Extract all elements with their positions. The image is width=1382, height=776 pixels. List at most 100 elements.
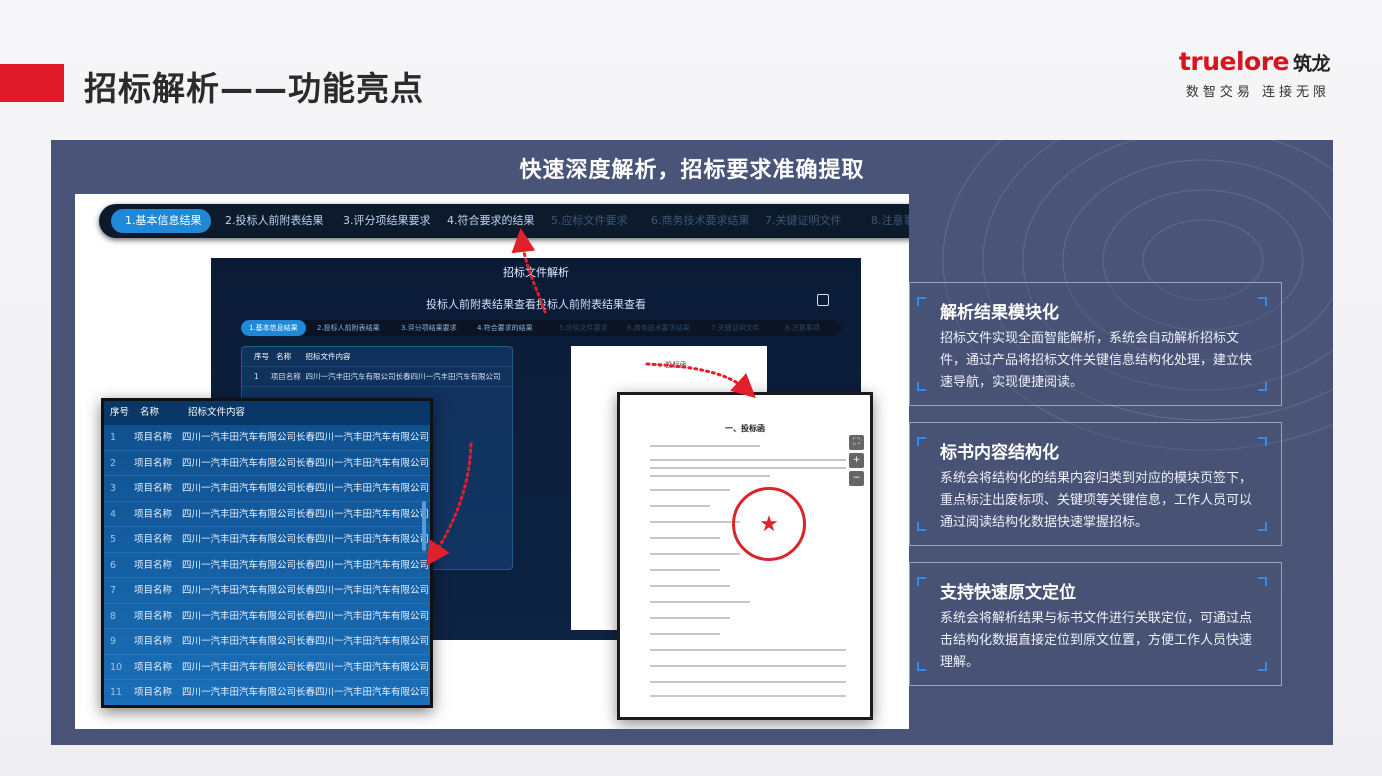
cell-value: 四川一汽丰田汽车有限公司长春四川一汽丰田汽车有限公司: [182, 559, 430, 571]
cell-value: 四川一汽丰田汽车有限公司长春四川一汽丰田汽车有限公司: [182, 483, 430, 494]
slide: 招标解析——功能亮点 truelore 筑龙 数智交易 连接无限 快速深度解析，招…: [0, 0, 1382, 776]
mini-table-row[interactable]: 1 项目名称 四川一汽丰田汽车有限公司长春四川一汽丰田汽车有限公司: [242, 367, 512, 387]
app-title: 招标文件解析: [503, 266, 569, 279]
download-icon[interactable]: [817, 294, 829, 306]
doc-heading: 一、投标函: [725, 424, 765, 433]
tab-step-8[interactable]: 8.注意事项: [849, 209, 909, 233]
cell-value: 四川一汽丰田汽车有限公司长春四川一汽丰田汽车有限公司: [182, 432, 430, 443]
page-title: 招标解析——功能亮点: [84, 69, 424, 108]
mini-tab-1[interactable]: 1.基本信息结果: [241, 320, 306, 336]
document-preview[interactable]: 一、投标函 ★ ⛶ + −: [617, 392, 873, 720]
header-content: 招标文件内容: [188, 407, 246, 418]
mini-tab-3[interactable]: 3.评分项结果要求: [401, 320, 457, 336]
cell-no: 3: [110, 483, 117, 494]
mini-header-no: 序号: [254, 352, 269, 361]
table-row[interactable]: 11 项目名称 四川一汽丰田汽车有限公司长春四川一汽丰田汽车有限公司: [104, 680, 430, 705]
card-3-body: 系统会将解析结果与标书文件进行关联定位，可通过点击结构化数据直接定位到原文位置，…: [940, 611, 1253, 670]
header-no: 序号: [110, 407, 130, 418]
table-row[interactable]: 9 项目名称 四川一汽丰田汽车有限公司长春四川一汽丰田汽车有限公司: [104, 629, 430, 655]
tab-step-3[interactable]: 3.评分项结果要求: [321, 209, 431, 233]
cell-name: 项目名称: [134, 432, 173, 443]
logo-tagline: 数智交易 连接无限: [1185, 85, 1330, 100]
mini-header-content: 招标文件内容: [305, 352, 351, 361]
cell-no: 10: [110, 661, 123, 673]
cell-no: 2: [110, 457, 117, 469]
card-1-title: 解析结果模块化: [940, 303, 1059, 323]
tab-step-5[interactable]: 5.应标文件要求: [529, 209, 628, 233]
zoom-in-icon[interactable]: +: [849, 453, 864, 468]
mini-cell-name: 项目名称: [270, 372, 301, 381]
card-3-title: 支持快速原文定位: [940, 583, 1076, 603]
cell-value: 四川一汽丰田汽车有限公司长春四川一汽丰田汽车有限公司: [182, 457, 430, 469]
table-header: 序号 名称 招标文件内容: [104, 401, 430, 425]
cell-no: 1: [110, 432, 117, 443]
table-row[interactable]: 7 项目名称 四川一汽丰田汽车有限公司长春四川一汽丰田汽车有限公司: [104, 578, 430, 604]
title-accent-bar: [0, 64, 64, 102]
cell-no: 5: [110, 534, 117, 545]
mini-cell-no: 1: [254, 372, 259, 381]
cell-name: 项目名称: [134, 585, 173, 596]
tab-step-6[interactable]: 6.商务技术要求结果: [629, 209, 750, 233]
cell-no: 11: [110, 687, 123, 698]
cell-value: 四川一汽丰田汽车有限公司长春四川一汽丰田汽车有限公司: [182, 508, 430, 520]
table-row[interactable]: 8 项目名称 四川一汽丰田汽车有限公司长春四川一汽丰田汽车有限公司: [104, 604, 430, 629]
cell-name: 项目名称: [134, 508, 173, 520]
cell-value: 四川一汽丰田汽车有限公司长春四川一汽丰田汽车有限公司: [182, 610, 430, 622]
table-row[interactable]: 3 项目名称 四川一汽丰田汽车有限公司长春四川一汽丰田汽车有限公司: [104, 476, 430, 502]
step-tabs: 1.基本信息结果 2.投标人前附表结果 3.评分项结果要求 4.符合要求的结果 …: [99, 204, 909, 238]
mini-table-header: 序号 名称 招标文件内容: [242, 347, 512, 367]
mini-tab-5[interactable]: 5.应标文件要求: [559, 320, 608, 336]
cell-name: 项目名称: [134, 534, 173, 545]
mini-header-name: 名称: [276, 352, 292, 361]
cell-no: 6: [110, 559, 117, 571]
zoom-out-icon[interactable]: −: [849, 471, 864, 486]
cell-name: 项目名称: [134, 483, 173, 494]
table-row[interactable]: 2 项目名称 四川一汽丰田汽车有限公司长春四川一汽丰田汽车有限公司: [104, 451, 430, 476]
mini-cell-value: 四川一汽丰田汽车有限公司长春四川一汽丰田汽车有限公司: [305, 372, 501, 381]
mini-tab-2[interactable]: 2.投标人前附表结果: [317, 320, 380, 336]
cell-value: 四川一汽丰田汽车有限公司长春四川一汽丰田汽车有限公司: [182, 585, 430, 596]
cell-name: 项目名称: [134, 559, 173, 571]
mini-tab-8[interactable]: 8.注意事项: [785, 320, 820, 336]
table-row[interactable]: 4 项目名称 四川一汽丰田汽车有限公司长春四川一汽丰田汽车有限公司: [104, 502, 430, 527]
doc-back-heading: 一、投标函: [651, 361, 687, 369]
table-scrollbar[interactable]: [422, 501, 426, 551]
logo-brand-cn: 筑龙: [1292, 53, 1331, 75]
feature-panel: 快速深度解析，招标要求准确提取 1.基本信息结果 2.投标人前附表结果 3.评分…: [51, 140, 1333, 745]
tab-step-2[interactable]: 2.投标人前附表结果: [203, 209, 324, 233]
cell-no: 4: [110, 508, 117, 520]
cell-value: 四川一汽丰田汽车有限公司长春四川一汽丰田汽车有限公司: [182, 534, 430, 545]
cell-name: 项目名称: [134, 661, 173, 673]
tab-step-1[interactable]: 1.基本信息结果: [111, 209, 211, 233]
cell-name: 项目名称: [134, 636, 173, 647]
product-screenshot: 1.基本信息结果 2.投标人前附表结果 3.评分项结果要求 4.符合要求的结果 …: [75, 194, 909, 729]
seal-icon: ★: [732, 487, 806, 561]
mini-tab-7[interactable]: 7.关键证明文件: [711, 320, 760, 336]
logo-brand-text: truelore: [1178, 47, 1290, 76]
mini-tab-6[interactable]: 6.商务技术要求结果: [627, 320, 690, 336]
brand-logo: truelore 筑龙 数智交易 连接无限: [1178, 47, 1331, 101]
table-row[interactable]: 1 项目名称 四川一汽丰田汽车有限公司长春四川一汽丰田汽车有限公司: [104, 425, 430, 451]
card-1-body: 招标文件实现全面智能解析，系统会自动解析招标文件，通过产品将招标文件关键信息结构…: [940, 331, 1253, 390]
feature-card-2: 标书内容结构化 系统会将结构化的结果内容归类到对应的模块页签下，重点标注出废标项…: [909, 422, 1282, 546]
cell-name: 项目名称: [134, 687, 173, 698]
card-2-body: 系统会将结构化的结果内容归类到对应的模块页签下，重点标注出废标项、关键项等关键信…: [940, 471, 1253, 530]
tab-step-7[interactable]: 7.关键证明文件: [743, 209, 842, 233]
tab-step-4[interactable]: 4.符合要求的结果: [425, 209, 535, 233]
mini-tab-4[interactable]: 4.符合要求的结果: [477, 320, 533, 336]
panel-heading: 快速深度解析，招标要求准确提取: [519, 158, 865, 183]
cell-value: 四川一汽丰田汽车有限公司长春四川一汽丰田汽车有限公司: [182, 636, 430, 647]
table-row[interactable]: 5 项目名称 四川一汽丰田汽车有限公司长春四川一汽丰田汽车有限公司: [104, 527, 430, 553]
cell-value: 四川一汽丰田汽车有限公司长春四川一汽丰田汽车有限公司: [182, 661, 430, 673]
cell-name: 项目名称: [134, 457, 173, 469]
cell-no: 7: [110, 585, 117, 596]
header-name: 名称: [140, 407, 160, 418]
table-row[interactable]: 6 项目名称 四川一汽丰田汽车有限公司长春四川一汽丰田汽车有限公司: [104, 553, 430, 578]
feature-card-3: 支持快速原文定位 系统会将解析结果与标书文件进行关联定位，可通过点击结构化数据直…: [909, 562, 1282, 686]
cell-value: 四川一汽丰田汽车有限公司长春四川一汽丰田汽车有限公司: [182, 687, 430, 698]
expand-icon[interactable]: ⛶: [849, 435, 864, 450]
card-2-title: 标书内容结构化: [940, 443, 1059, 463]
table-row[interactable]: 10 项目名称 四川一汽丰田汽车有限公司长春四川一汽丰田汽车有限公司: [104, 655, 430, 680]
cell-name: 项目名称: [134, 610, 173, 622]
result-table: 序号 名称 招标文件内容 1 项目名称 四川一汽丰田汽车有限公司长春四川一汽丰田汽车有限…: [101, 398, 433, 708]
